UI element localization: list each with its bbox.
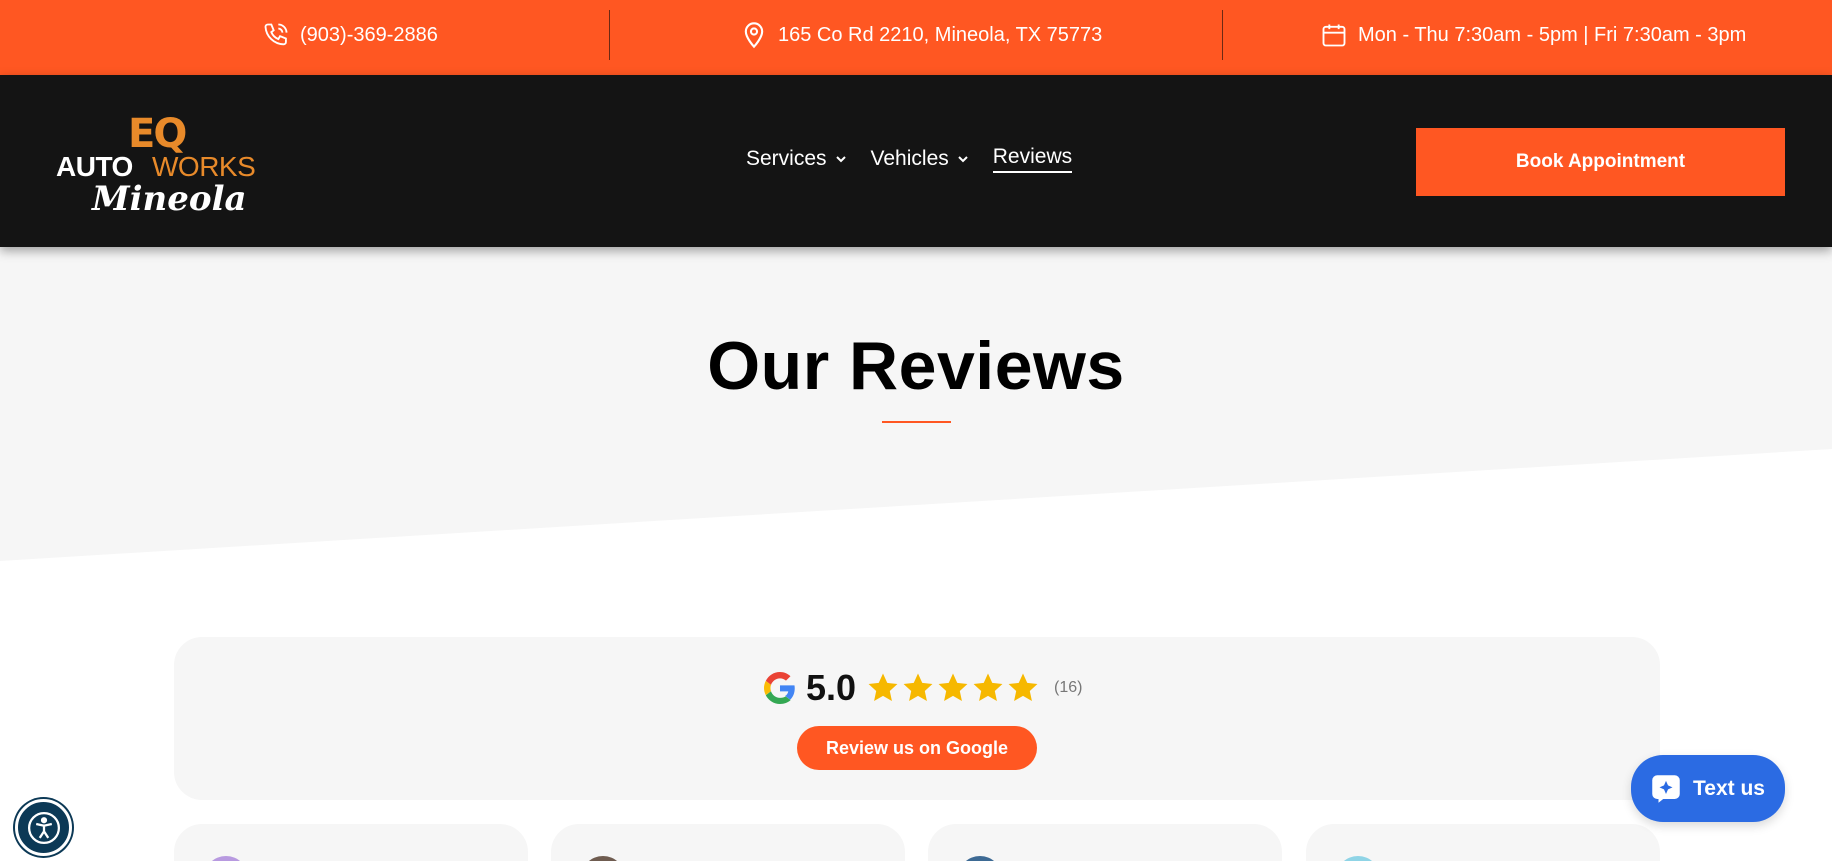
page-title: Our Reviews — [707, 328, 1125, 404]
rating-summary: 5.0 (16) Review us on Google — [174, 637, 1660, 800]
nav-vehicles-label: Vehicles — [870, 147, 949, 170]
rating-score: 5.0 — [806, 667, 857, 708]
nav-services-label: Services — [746, 147, 827, 170]
address-text[interactable]: 165 Co Rd 2210, Mineola, TX 75773 — [778, 24, 1102, 47]
star-rating — [866, 671, 1040, 705]
rating-line: 5.0 (16) — [764, 667, 1083, 709]
hours-info: Mon - Thu 7:30am - 5pm | Fri 7:30am - 3p… — [1320, 0, 1746, 70]
review-card[interactable] — [174, 824, 528, 861]
star-icon — [1008, 673, 1038, 702]
nav-vehicles[interactable]: Vehicles — [871, 147, 969, 171]
chevron-down-icon — [958, 156, 968, 163]
star-icon — [973, 673, 1003, 702]
avatar — [958, 856, 1002, 861]
avatar — [1336, 856, 1380, 861]
star-icon — [903, 673, 933, 702]
avatar — [581, 856, 625, 861]
topbar-divider — [609, 10, 610, 60]
phone-number[interactable]: (903)-369-2886 — [300, 24, 438, 47]
map-pin-icon — [744, 22, 764, 49]
hours-text: Mon - Thu 7:30am - 5pm | Fri 7:30am - 3p… — [1358, 23, 1747, 46]
main-nav: Services Vehicles Reviews — [746, 145, 1073, 173]
nav-reviews-label: Reviews — [992, 145, 1073, 173]
avatar — [204, 856, 248, 861]
site-logo[interactable]: EQ AUTO WORKS Mineola — [56, 111, 266, 219]
accessibility-icon — [27, 811, 60, 844]
review-card[interactable] — [928, 824, 1282, 861]
book-appointment-button[interactable]: Book Appointment — [1416, 128, 1785, 196]
google-g-icon — [764, 672, 795, 704]
title-underline — [882, 421, 951, 423]
chat-icon — [1652, 774, 1680, 803]
text-us-label: Text us — [1693, 776, 1765, 800]
text-us-button[interactable]: Text us — [1631, 755, 1785, 822]
phone-contact[interactable]: (903)-369-2886 — [262, 0, 438, 70]
site-header: EQ AUTO WORKS Mineola Services Vehicles … — [0, 75, 1832, 247]
chevron-down-icon — [835, 156, 846, 163]
calendar-icon — [1322, 24, 1346, 47]
accessibility-button[interactable] — [15, 799, 72, 856]
address-contact[interactable]: 165 Co Rd 2210, Mineola, TX 75773 — [740, 0, 1102, 70]
star-icon — [868, 673, 898, 702]
review-on-google-button[interactable]: Review us on Google — [797, 726, 1037, 770]
phone-icon — [264, 23, 288, 46]
hero-section: Our Reviews — [0, 247, 1832, 561]
review-count: (16) — [1054, 679, 1083, 696]
review-card[interactable] — [551, 824, 905, 861]
star-icon — [938, 673, 968, 702]
review-card[interactable] — [1306, 824, 1660, 861]
nav-reviews[interactable]: Reviews — [992, 145, 1073, 173]
topbar-divider — [1222, 10, 1223, 60]
logo-city: Mineola — [92, 179, 247, 219]
nav-services[interactable]: Services — [746, 147, 847, 171]
top-info-bar: (903)-369-2886 165 Co Rd 2210, Mineola, … — [0, 0, 1832, 75]
